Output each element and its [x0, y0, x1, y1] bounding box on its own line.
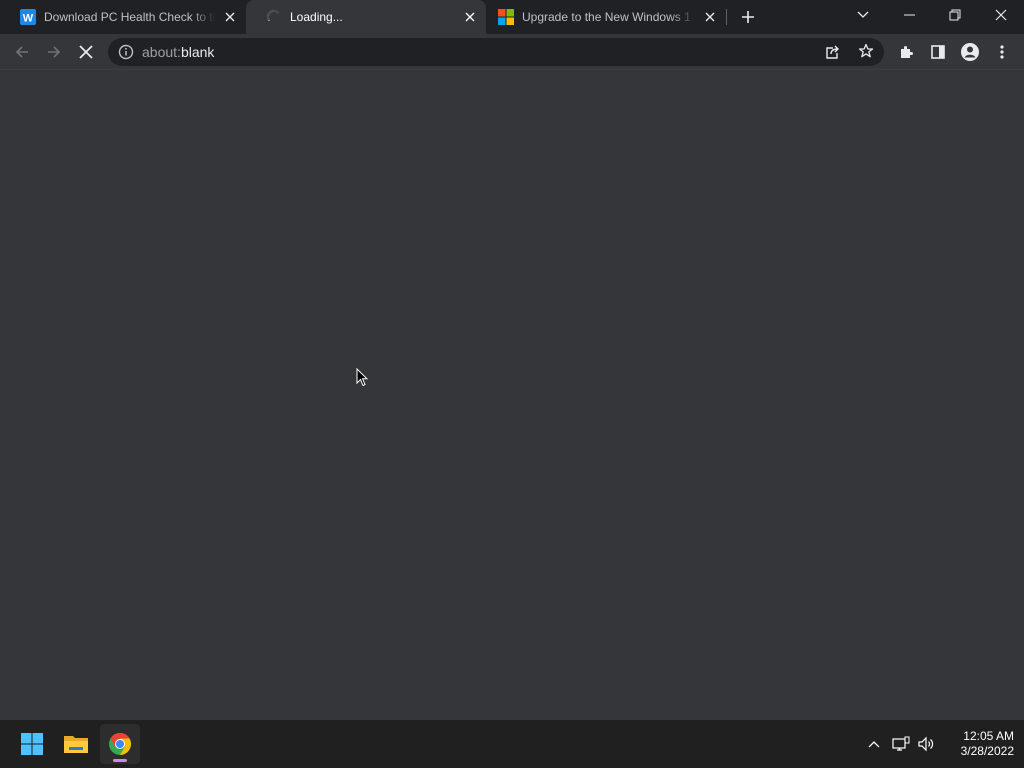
chrome-taskbar-button[interactable] — [100, 724, 140, 764]
tab-search-button[interactable] — [840, 0, 886, 30]
tab-title: Loading... — [290, 10, 343, 24]
address-url[interactable]: about:blank — [142, 44, 214, 60]
puzzle-icon — [901, 46, 913, 58]
page-content[interactable] — [0, 71, 1024, 720]
extensions-button[interactable] — [890, 36, 922, 68]
close-tab-icon[interactable] — [702, 9, 718, 25]
kebab-menu-icon — [1000, 45, 1004, 59]
tab-title: Download PC Health Check to te — [44, 10, 216, 24]
file-explorer-button[interactable] — [56, 724, 96, 764]
close-tab-icon[interactable] — [222, 9, 238, 25]
taskbar: 12:05 AM 3/28/2022 — [0, 720, 1024, 768]
active-app-indicator — [113, 759, 127, 762]
tab-separator — [726, 9, 727, 25]
clock[interactable]: 12:05 AM 3/28/2022 — [940, 729, 1014, 759]
word-w-icon: W — [20, 9, 36, 25]
profile-avatar-icon — [961, 43, 979, 61]
address-bar[interactable]: about:blank — [108, 38, 884, 66]
bookmark-star-icon[interactable] — [858, 43, 874, 64]
restore-button[interactable] — [932, 0, 978, 30]
url-path: blank — [180, 44, 215, 60]
chrome-menu-button[interactable] — [986, 36, 1018, 68]
tab-upgrade-windows[interactable]: Upgrade to the New Windows 1 — [486, 0, 726, 34]
svg-text:W: W — [23, 13, 34, 25]
loading-spinner-icon — [266, 9, 282, 25]
microsoft-logo-icon — [498, 9, 514, 25]
mouse-cursor-icon — [356, 367, 369, 392]
chevron-down-icon — [857, 11, 869, 18]
clock-date: 3/28/2022 — [960, 744, 1014, 758]
minimize-icon — [903, 14, 915, 16]
new-tab-button[interactable] — [734, 2, 762, 32]
profile-button[interactable] — [954, 36, 986, 68]
chevron-up-icon — [868, 741, 880, 748]
back-button[interactable] — [6, 36, 38, 68]
file-explorer-icon — [64, 736, 88, 753]
url-scheme: about: — [142, 44, 181, 60]
side-panel-button[interactable] — [922, 36, 954, 68]
close-icon — [995, 9, 1007, 21]
volume-button[interactable] — [914, 732, 938, 756]
minimize-button[interactable] — [886, 0, 932, 30]
tab-pc-health-check[interactable]: W Download PC Health Check to te — [0, 0, 246, 34]
clock-time: 12:05 AM — [963, 729, 1014, 743]
network-icon — [892, 736, 910, 751]
show-hidden-icons-button[interactable] — [862, 732, 886, 756]
windows-start-icon — [21, 733, 43, 755]
network-button[interactable] — [889, 732, 913, 756]
share-icon[interactable] — [824, 44, 840, 65]
side-panel-icon — [931, 45, 945, 59]
stop-x-icon — [79, 45, 93, 59]
forward-button[interactable] — [38, 36, 70, 68]
restore-icon — [949, 9, 961, 21]
plus-icon — [742, 11, 754, 23]
stop-loading-button[interactable] — [70, 36, 102, 68]
start-button[interactable] — [12, 724, 52, 764]
tab-loading[interactable]: Loading... — [246, 0, 486, 34]
speaker-icon — [918, 736, 934, 752]
tab-strip: W Download PC Health Check to te Loading… — [0, 0, 1024, 34]
tab-title: Upgrade to the New Windows 1 — [522, 10, 691, 24]
close-window-button[interactable] — [978, 0, 1024, 30]
arrow-left-icon — [15, 46, 28, 58]
arrow-right-icon — [48, 46, 61, 58]
chrome-icon — [109, 733, 131, 755]
close-tab-icon[interactable] — [462, 9, 478, 25]
info-icon[interactable] — [118, 44, 134, 65]
